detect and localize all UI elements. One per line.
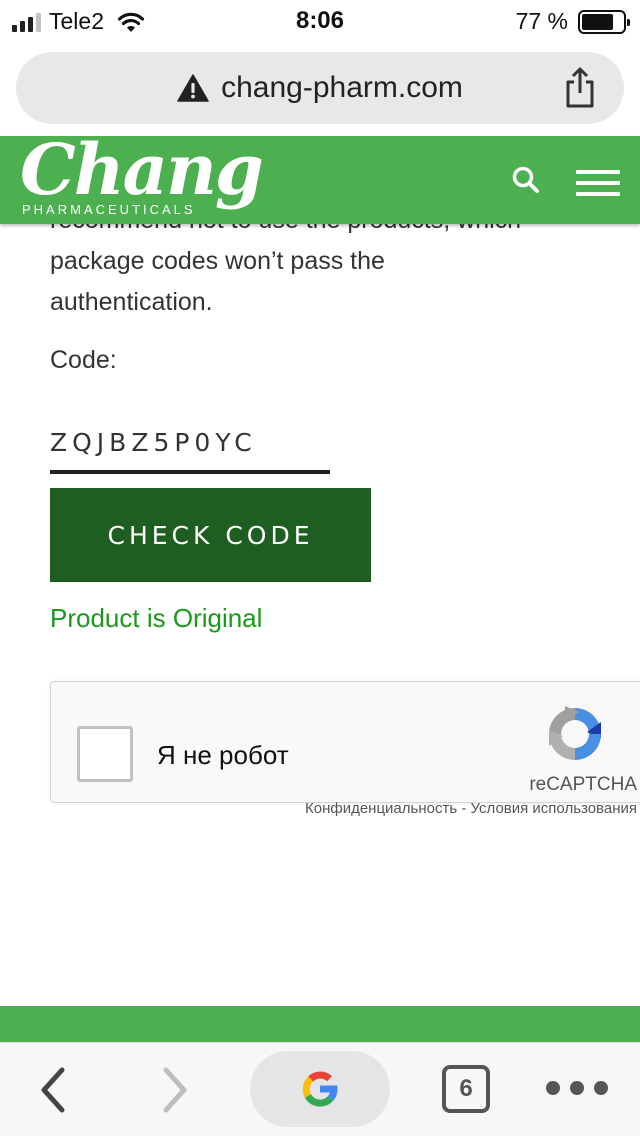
search-icon[interactable] (510, 164, 542, 196)
code-label: Code: (50, 346, 117, 374)
recaptcha-logo-icon (549, 706, 601, 760)
site-footer (0, 1006, 640, 1042)
browser-toolbar: 6 (0, 1042, 640, 1136)
code-input[interactable] (50, 414, 330, 474)
status-right: 77 % (515, 8, 630, 35)
verification-result: Product is Original (50, 603, 263, 633)
description-line-2: package codes won’t pass the (50, 247, 385, 275)
google-search-button[interactable] (250, 1051, 390, 1127)
check-code-button[interactable]: CHECK CODE (50, 488, 371, 582)
site-header: Chang PHARMACEUTICALS (0, 128, 640, 224)
google-icon (302, 1071, 338, 1107)
recaptcha-brand: reCAPTCHA (529, 774, 637, 795)
warning-icon[interactable] (177, 74, 209, 102)
forward-icon[interactable] (154, 1065, 194, 1115)
recaptcha-terms-link[interactable]: Условия использования (471, 800, 638, 817)
logo-wordmark: Chang (20, 128, 264, 211)
recaptcha-privacy-link[interactable]: Конфиденциальность (305, 800, 457, 817)
back-icon[interactable] (34, 1065, 74, 1115)
share-icon[interactable] (562, 66, 598, 108)
description-line-3: authentication. (50, 288, 213, 316)
recaptcha-link-separator: - (457, 800, 471, 817)
recaptcha-links: Конфиденциальность - Условия использован… (305, 800, 637, 817)
url-text[interactable]: chang-pharm.com (221, 71, 463, 105)
recaptcha-checkbox[interactable] (77, 726, 133, 782)
address-bar[interactable]: chang-pharm.com (16, 52, 624, 124)
address-bar-content: chang-pharm.com (16, 52, 624, 124)
recaptcha-label: Я не робот (157, 740, 289, 770)
tabs-button[interactable]: 6 (442, 1065, 490, 1113)
more-options-icon[interactable] (546, 1081, 608, 1095)
battery-fill (582, 13, 613, 30)
recaptcha-widget: Я не робот reCAPTCHA Конфиденциальность … (50, 681, 640, 817)
battery-icon (578, 9, 630, 34)
hamburger-menu-icon[interactable] (576, 170, 620, 196)
battery-percentage: 77 % (515, 8, 568, 34)
status-bar: Tele2 8:06 77 % (0, 0, 640, 42)
logo-subtitle: PHARMACEUTICALS (22, 202, 196, 217)
